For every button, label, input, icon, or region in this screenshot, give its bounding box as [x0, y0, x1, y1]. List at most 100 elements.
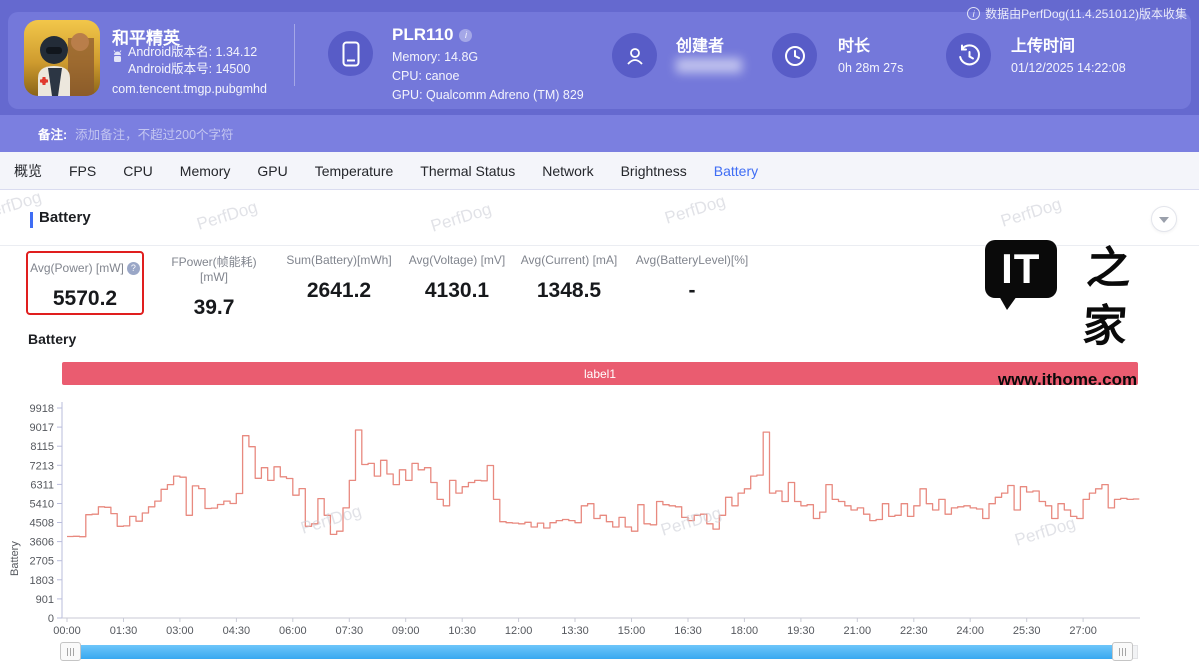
section-title: Battery	[39, 209, 91, 226]
duration-value: 0h 28m 27s	[838, 60, 903, 77]
stat-avg-current-ma-: Avg(Current) [mA] 1348.5	[512, 253, 626, 317]
chart-zoom-scrollbar[interactable]	[80, 645, 1114, 659]
perfdog-watermark: PerfDog	[194, 197, 259, 234]
y-tick-label: 9918	[30, 403, 54, 415]
duration-icon-circle	[772, 33, 817, 78]
chart-legend-banner[interactable]: label1	[62, 362, 1138, 385]
ithome-url: www.ithome.com	[985, 370, 1150, 390]
y-axis-title: Battery	[9, 541, 21, 576]
y-tick-label: 6311	[30, 479, 54, 491]
stat-value: 1348.5	[512, 279, 626, 303]
stat-label: Avg(Voltage) [mV]	[409, 253, 506, 267]
stat-label: Avg(Current) [mA]	[521, 253, 617, 267]
ithome-logo: IT 之家 www.ithome.com	[985, 240, 1150, 390]
x-tick-label: 25:30	[1013, 625, 1041, 637]
tab-memory[interactable]: Memory	[180, 163, 231, 179]
stat-label: FPower(帧能耗) [mW]	[156, 253, 272, 284]
scrollbar-right-handle[interactable]	[1112, 642, 1133, 661]
device-cpu: CPU: canoe	[392, 68, 459, 85]
stat-fpower-mw-: FPower(帧能耗) [mW] 39.7	[156, 253, 272, 317]
collapse-section-button[interactable]	[1151, 206, 1177, 232]
y-tick-label: 7213	[30, 460, 54, 472]
device-icon-circle	[328, 31, 373, 76]
collector-version-text: 数据由PerfDog(11.4.251012)版本收集	[985, 5, 1187, 22]
stat-label: Sum(Battery)[mWh]	[286, 253, 391, 267]
device-memory: Memory: 14.8G	[392, 49, 478, 66]
header-divider	[294, 24, 295, 86]
x-tick-label: 18:00	[731, 625, 759, 637]
x-tick-label: 04:30	[223, 625, 251, 637]
creator-name-redacted	[676, 58, 742, 73]
x-tick-label: 06:00	[279, 625, 307, 637]
perfdog-watermark: PerfDog	[998, 194, 1063, 231]
tab-概览[interactable]: 概览	[14, 161, 42, 181]
perfdog-watermark: PerfDog	[428, 199, 493, 236]
creator-label: 创建者	[676, 32, 724, 56]
android-icon	[112, 49, 123, 77]
stat-avg-voltage-mv-: Avg(Voltage) [mV]4130.1	[400, 253, 514, 317]
remark-label: 备注:	[38, 124, 67, 143]
zhijia-text: 之家	[1058, 240, 1154, 356]
y-tick-label: 1803	[30, 575, 54, 587]
stat-sum-battery-mwh-: Sum(Battery)[mWh] 2641.2	[280, 253, 398, 317]
y-tick-label: 4508	[30, 518, 54, 530]
section-accent-bar	[30, 212, 33, 228]
tab-fps[interactable]: FPS	[69, 163, 96, 179]
x-tick-label: 24:00	[956, 625, 984, 637]
header: i 数据由PerfDog(11.4.251012)版本收集	[0, 0, 1199, 115]
stat-value: -	[628, 279, 756, 303]
x-tick-label: 01:30	[110, 625, 138, 637]
tab-thermal-status[interactable]: Thermal Status	[420, 163, 515, 179]
y-tick-label: 901	[36, 594, 54, 606]
app-icon	[24, 20, 100, 96]
battery-series-line	[67, 430, 1139, 537]
legend-label: label1	[584, 367, 616, 381]
y-tick-label: 9017	[30, 422, 54, 434]
stat-value: 2641.2	[280, 279, 398, 303]
device-info-icon[interactable]: i	[459, 29, 472, 42]
tab-battery[interactable]: Battery	[714, 163, 758, 179]
battery-line-chart: 0 901 1803 2705 3606 4508 5410 6311 7213 8115 9017…	[20, 394, 1180, 644]
y-tick-label: 0	[48, 613, 54, 625]
creator-icon-circle	[612, 33, 657, 78]
y-tick-label: 5410	[30, 499, 54, 511]
scrollbar-left-handle[interactable]	[60, 642, 81, 661]
y-tick-label: 8115	[30, 441, 54, 453]
upload-value: 01/12/2025 14:22:08	[1011, 60, 1126, 77]
x-tick-label: 00:00	[53, 625, 81, 637]
upload-icon-circle	[946, 33, 991, 78]
duration-label: 时长	[838, 32, 870, 56]
x-tick-label: 13:30	[561, 625, 589, 637]
history-clock-icon	[957, 44, 981, 68]
phone-icon	[342, 41, 360, 67]
stat-avg-batterylevel-: Avg(BatteryLevel)[%]-	[628, 253, 756, 317]
x-tick-label: 10:30	[448, 625, 476, 637]
person-icon	[624, 45, 646, 67]
pubg-app-icon-art	[24, 20, 100, 96]
info-icon: i	[967, 7, 980, 20]
x-tick-label: 19:30	[787, 625, 815, 637]
remark-bar[interactable]: 备注: 添加备注，不超过200个字符	[0, 115, 1199, 152]
perfdog-watermark: PerfDog	[662, 191, 727, 228]
y-tick-label: 2705	[30, 556, 54, 568]
help-icon[interactable]: ?	[127, 262, 140, 275]
device-gpu: GPU: Qualcomm Adreno (TM) 829	[392, 87, 584, 104]
clock-icon	[783, 44, 807, 68]
remark-placeholder: 添加备注，不超过200个字符	[75, 124, 233, 143]
device-model: PLR110	[392, 25, 453, 45]
collector-version-note: i 数据由PerfDog(11.4.251012)版本收集	[967, 5, 1187, 22]
app-package: com.tencent.tmgp.pubgmhd	[112, 81, 267, 98]
tab-bar: 概览 FPS CPU Memory GPU Temperature Thermal Stat…	[0, 152, 1199, 190]
y-tick-label: 3606	[30, 537, 54, 549]
tab-gpu[interactable]: GPU	[257, 163, 287, 179]
x-tick-label: 27:00	[1069, 625, 1097, 637]
x-tick-label: 21:00	[844, 625, 872, 637]
tab-temperature[interactable]: Temperature	[315, 163, 394, 179]
tab-network[interactable]: Network	[542, 163, 593, 179]
tab-cpu[interactable]: CPU	[123, 163, 153, 179]
stat-value: 39.7	[156, 296, 272, 320]
app-version-name: Android版本名: 1.34.12	[128, 44, 257, 61]
x-tick-label: 16:30	[674, 625, 702, 637]
app-version-code: Android版本号: 14500	[128, 61, 250, 78]
tab-brightness[interactable]: Brightness	[621, 163, 687, 179]
